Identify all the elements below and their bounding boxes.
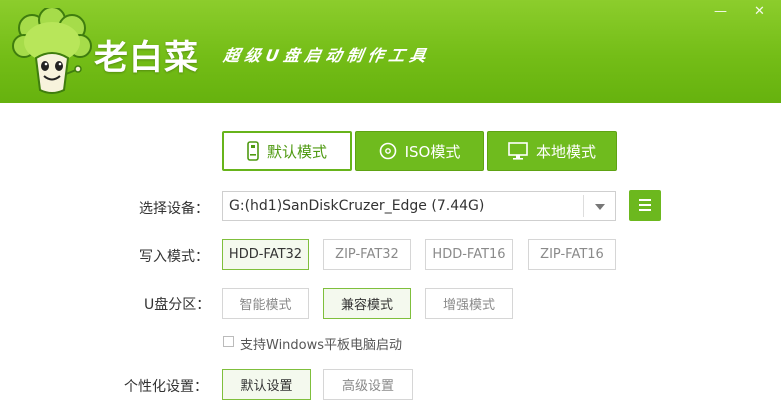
write-mode-hdd-fat32[interactable]: HDD-FAT32	[222, 239, 309, 270]
device-select-value: G:(hd1)SanDiskCruzer_Edge (7.44G)	[229, 198, 485, 214]
partition-smart-mode[interactable]: 智能模式	[222, 288, 309, 319]
app-slogan: 超级U盘启动制作工具	[222, 46, 433, 65]
write-mode-zip-fat16[interactable]: ZIP-FAT16	[528, 239, 616, 270]
write-mode-zip-fat32[interactable]: ZIP-FAT32	[323, 239, 411, 270]
device-label: 选择设备：	[139, 201, 209, 217]
partition-compatible-mode[interactable]: 兼容模式	[323, 288, 411, 319]
write-mode-label: 写入模式：	[139, 249, 209, 265]
menu-icon	[639, 199, 651, 201]
write-mode-hdd-fat16[interactable]: HDD-FAT16	[425, 239, 513, 270]
windows-tablet-label: 支持Windows平板电脑启动	[240, 338, 403, 353]
advanced-settings-button[interactable]: 高级设置	[323, 369, 413, 400]
tab-local-mode[interactable]: 本地模式	[487, 131, 617, 171]
partition-label: U盘分区：	[144, 297, 211, 313]
tab-iso-mode-label: ISO模式	[404, 142, 461, 161]
menu-icon-bar	[639, 204, 651, 206]
app-header: 老白菜 超级U盘启动制作工具 — ✕	[0, 0, 781, 103]
tab-local-mode-label: 本地模式	[535, 142, 596, 161]
partition-enhanced-mode[interactable]: 增强模式	[425, 288, 513, 319]
tab-default-mode[interactable]: 默认模式	[222, 131, 352, 171]
usb-drive-icon	[247, 141, 259, 161]
tab-iso-mode[interactable]: ISO模式	[355, 131, 484, 171]
monitor-icon	[508, 142, 528, 160]
disc-icon	[379, 142, 396, 160]
cabbage-mascot-icon	[12, 8, 92, 94]
select-divider	[583, 195, 584, 217]
device-menu-button[interactable]	[629, 190, 661, 221]
chevron-down-icon[interactable]	[595, 204, 605, 210]
menu-icon-bar	[639, 209, 651, 211]
tab-default-mode-label: 默认模式	[266, 142, 327, 161]
windows-tablet-checkbox[interactable]	[223, 336, 234, 347]
minimize-icon[interactable]: —	[714, 4, 727, 19]
default-settings-button[interactable]: 默认设置	[222, 369, 311, 400]
close-icon[interactable]: ✕	[754, 4, 765, 19]
brand-name: 老白菜	[94, 38, 199, 78]
device-select[interactable]: G:(hd1)SanDiskCruzer_Edge (7.44G)	[222, 191, 616, 221]
personalize-label: 个性化设置：	[124, 379, 208, 395]
